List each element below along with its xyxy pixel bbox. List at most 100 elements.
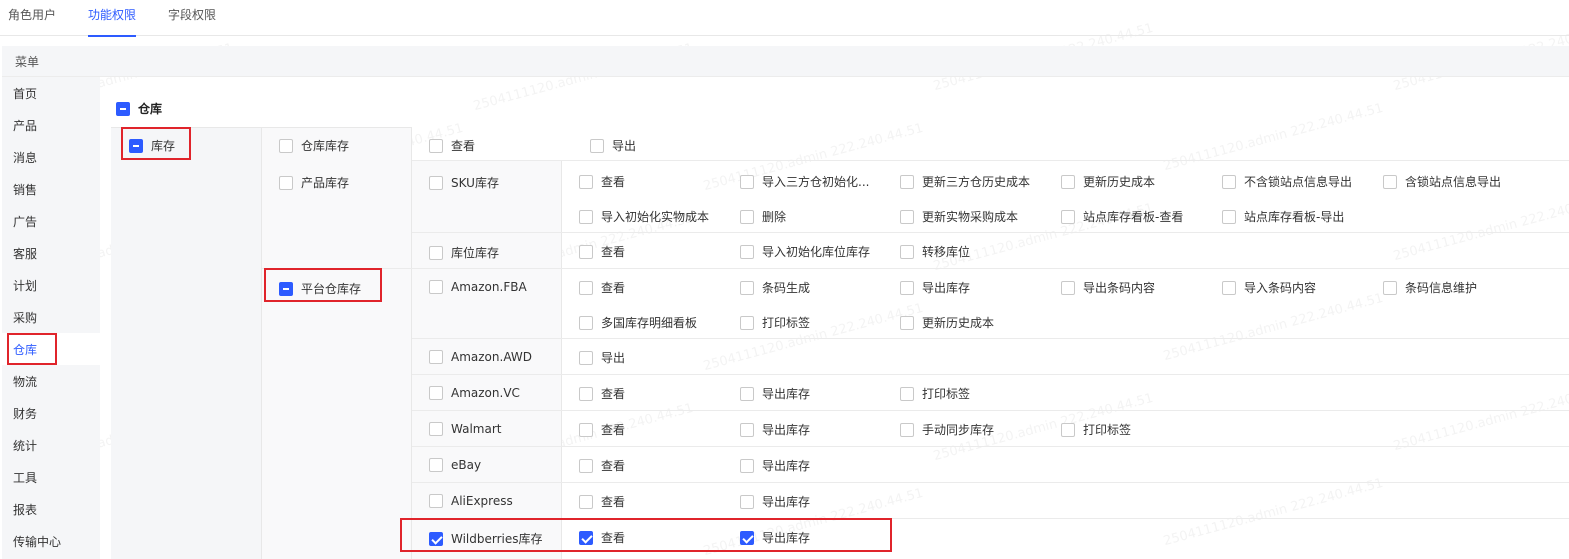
checkbox[interactable] <box>740 174 754 189</box>
checkbox[interactable] <box>1061 174 1075 189</box>
checkbox[interactable] <box>429 138 443 153</box>
perm-item[interactable]: 打印标签 <box>1061 421 1131 438</box>
checkbox[interactable] <box>1383 174 1397 189</box>
sidebar-item-transfer-center[interactable]: 传输中心 <box>13 533 61 550</box>
platform-location-stock[interactable]: 库位库存 <box>429 244 499 261</box>
checkbox[interactable] <box>429 350 443 364</box>
perm-item[interactable]: 查看 <box>579 173 625 190</box>
platform-aliexpress[interactable]: AliExpress <box>429 494 513 508</box>
perm-item[interactable]: 查看 <box>579 243 625 260</box>
perm-item[interactable]: 站点库存看板-查看 <box>1061 208 1183 225</box>
checkbox[interactable] <box>900 280 914 295</box>
checkbox[interactable] <box>579 174 593 189</box>
tab-role-users[interactable]: 角色用户 <box>8 6 56 36</box>
sidebar-item-messages[interactable]: 消息 <box>13 149 37 166</box>
checkbox[interactable] <box>429 175 443 190</box>
checkbox[interactable] <box>900 209 914 224</box>
perm-item[interactable]: 更新历史成本 <box>900 314 994 331</box>
tab-field-permissions[interactable]: 字段权限 <box>168 6 216 36</box>
perm-item[interactable]: 导出库存 <box>740 529 810 546</box>
perm-item[interactable]: 更新实物采购成本 <box>900 208 1018 225</box>
checkbox[interactable] <box>429 531 443 546</box>
tab-function-permissions[interactable]: 功能权限 <box>88 6 137 37</box>
perm-item[interactable]: 导入条码内容 <box>1222 279 1316 296</box>
checkbox[interactable] <box>429 494 443 508</box>
perm-export[interactable]: 导出 <box>590 137 636 154</box>
category-warehouse[interactable]: 仓库 <box>116 100 162 117</box>
platform-amazon-fba[interactable]: Amazon.FBA <box>429 280 527 294</box>
perm-item[interactable]: 更新三方仓历史成本 <box>900 173 1030 190</box>
sidebar-item-service[interactable]: 客服 <box>13 245 37 262</box>
perm-item[interactable]: 转移库位 <box>900 243 970 260</box>
sidebar-item-ads[interactable]: 广告 <box>13 213 37 230</box>
perm-item[interactable]: 更新历史成本 <box>1061 173 1155 190</box>
checkbox[interactable] <box>740 315 754 330</box>
perm-item[interactable]: 导出 <box>579 349 625 366</box>
checkbox[interactable] <box>579 209 593 224</box>
perm-item[interactable]: 多国库存明细看板 <box>579 314 697 331</box>
checkbox[interactable] <box>579 458 593 473</box>
platform-amazon-awd[interactable]: Amazon.AWD <box>429 350 532 364</box>
submodule-product-stock[interactable]: 产品库存 <box>279 174 349 191</box>
sidebar-item-tools[interactable]: 工具 <box>13 469 37 486</box>
perm-item[interactable]: 导出库存 <box>740 385 810 402</box>
perm-item[interactable]: 打印标签 <box>740 314 810 331</box>
perm-item[interactable]: 导出库存 <box>740 421 810 438</box>
perm-item[interactable]: 条码生成 <box>740 279 810 296</box>
perm-item[interactable]: 打印标签 <box>900 385 970 402</box>
perm-item[interactable]: 查看 <box>579 279 625 296</box>
checkbox[interactable] <box>579 280 593 295</box>
submodule-warehouse-stock[interactable]: 仓库库存 <box>279 137 349 154</box>
perm-item[interactable]: 查看 <box>579 457 625 474</box>
checkbox[interactable] <box>740 494 754 509</box>
checkbox[interactable] <box>1383 280 1397 295</box>
perm-item[interactable]: 手动同步库存 <box>900 421 994 438</box>
platform-sku-stock[interactable]: SKU库存 <box>429 174 499 191</box>
sidebar-item-sales[interactable]: 销售 <box>13 181 37 198</box>
checkbox[interactable] <box>740 386 754 401</box>
perm-item[interactable]: 查看 <box>579 529 625 546</box>
sidebar-item-finance[interactable]: 财务 <box>13 405 37 422</box>
perm-item[interactable]: 含锁站点信息导出 <box>1383 173 1501 190</box>
checkbox[interactable] <box>900 422 914 437</box>
perm-item[interactable]: 删除 <box>740 208 786 225</box>
sidebar-item-stats[interactable]: 统计 <box>13 437 37 454</box>
perm-item[interactable]: 导入初始化实物成本 <box>579 208 709 225</box>
checkbox[interactable] <box>740 280 754 295</box>
checkbox[interactable] <box>590 138 604 153</box>
checkbox[interactable] <box>740 422 754 437</box>
platform-amazon-vc[interactable]: Amazon.VC <box>429 386 520 400</box>
checkbox[interactable] <box>579 386 593 401</box>
checkbox[interactable] <box>579 530 593 545</box>
category-checkbox[interactable] <box>116 101 130 116</box>
perm-item[interactable]: 导出库存 <box>740 457 810 474</box>
platform-walmart[interactable]: Walmart <box>429 422 501 436</box>
checkbox[interactable] <box>900 174 914 189</box>
checkbox[interactable] <box>740 458 754 473</box>
checkbox[interactable] <box>429 386 443 400</box>
submodule-platform-stock[interactable]: 平台仓库存 <box>279 280 361 297</box>
checkbox[interactable] <box>429 280 443 294</box>
platform-wildberries[interactable]: Wildberries库存 <box>429 530 543 547</box>
perm-item[interactable]: 导出库存 <box>740 493 810 510</box>
perm-item[interactable]: 导入初始化库位库存 <box>740 243 870 260</box>
checkbox[interactable] <box>1222 280 1236 295</box>
checkbox[interactable] <box>579 315 593 330</box>
sidebar-item-home[interactable]: 首页 <box>13 85 37 102</box>
sidebar-item-plan[interactable]: 计划 <box>13 277 37 294</box>
sidebar-item-warehouse[interactable]: 仓库 <box>13 341 37 358</box>
checkbox[interactable] <box>900 315 914 330</box>
module-inventory[interactable]: 库存 <box>129 137 175 154</box>
checkbox[interactable] <box>579 350 593 365</box>
perm-item[interactable]: 查看 <box>579 493 625 510</box>
checkbox[interactable] <box>740 530 754 545</box>
perm-item[interactable]: 查看 <box>579 385 625 402</box>
checkbox[interactable] <box>579 494 593 509</box>
sidebar-item-logistics[interactable]: 物流 <box>13 373 37 390</box>
perm-item[interactable]: 条码信息维护 <box>1383 279 1477 296</box>
checkbox[interactable] <box>1222 174 1236 189</box>
checkbox[interactable] <box>740 244 754 259</box>
checkbox[interactable] <box>900 244 914 259</box>
sidebar-item-product[interactable]: 产品 <box>13 117 37 134</box>
checkbox[interactable] <box>900 386 914 401</box>
